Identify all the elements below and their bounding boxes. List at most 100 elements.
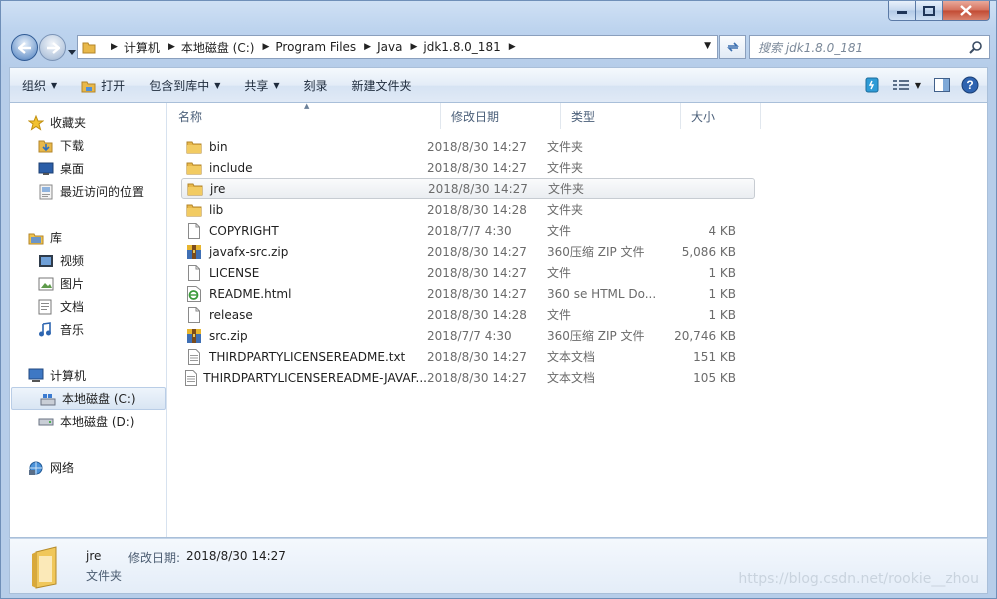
nav-music[interactable]: 音乐 [10,318,167,341]
breadcrumb-program-files[interactable]: Program Files ▶ [272,40,374,54]
file-name-cell: lib [181,202,427,218]
file-name-cell: javafx-src.zip [181,244,427,260]
include-in-library-button[interactable]: 包含到库中 ▼ [137,73,232,99]
navigation-bar: ▶ 计算机 ▶ 本地磁盘 (C:) ▶ Program Files ▶ Java ▶ j… [9,31,990,63]
address-bar[interactable]: ▶ 计算机 ▶ 本地磁盘 (C:) ▶ Program Files ▶ Java ▶ j… [77,35,718,59]
file-name: javafx-src.zip [209,244,289,259]
file-date: 2018/8/30 14:27 [427,244,527,259]
file-row[interactable]: README.html 2018/8/30 14:27 360 se HTML Do… [181,283,736,304]
breadcrumb-computer[interactable]: 计算机 ▶ [121,39,178,56]
nav-label: 文档 [60,300,85,314]
open-button[interactable]: 打开 [69,73,137,99]
file-row[interactable]: javafx-src.zip 2018/8/30 14:27 360压缩 ZIP 文… [181,241,736,262]
star-icon [28,114,46,131]
file-name-cell: LICENSE [181,264,427,281]
address-history-dropdown[interactable]: ▼ [704,41,711,51]
folder-icon [185,160,203,176]
nav-videos[interactable]: 视频 [10,249,167,272]
nav-desktop[interactable]: 桌面 [10,157,167,180]
back-arrow-icon [17,41,31,54]
file-date: 2018/8/30 14:27 [428,181,528,196]
file-row[interactable]: THIRDPARTYLICENSEREADME.txt 2018/8/30 14:… [181,346,736,367]
file-row[interactable]: include 2018/8/30 14:27 文件夹 [181,157,736,178]
column-header-date[interactable]: 修改日期 [441,103,561,129]
file-row[interactable]: lib 2018/8/30 14:28 文件夹 [181,199,736,220]
file-size: 105 KB [693,370,736,385]
file-date: 2018/8/30 14:27 [427,370,527,385]
file-row[interactable]: src.zip 2018/7/7 4:30 360压缩 ZIP 文件 20,746 K… [181,325,736,346]
file-name: src.zip [209,328,248,343]
svg-text:?: ? [966,78,973,92]
nav-local-disk-d[interactable]: 本地磁盘 (D:) [10,410,167,433]
nav-computer[interactable]: 计算机 [10,364,167,387]
nav-label: 收藏夹 [50,116,87,130]
file-row[interactable]: release 2018/8/30 14:28 文件 1 KB [181,304,736,325]
close-button[interactable] [943,1,990,21]
documents-icon [38,299,56,315]
search-input[interactable]: 搜索 jdk1.8.0_181 [749,35,990,59]
file-type: 文件 [547,224,572,238]
file-date: 2018/8/30 14:27 [427,286,527,301]
nav-local-disk-c[interactable]: 本地磁盘 (C:) [11,387,166,410]
breadcrumb-local-disk-c[interactable]: 本地磁盘 (C:) ▶ [178,39,273,56]
file-row[interactable]: bin 2018/8/30 14:27 文件夹 [181,136,736,157]
breadcrumb-jdk[interactable]: jdk1.8.0_181 ▶ [420,40,518,54]
nav-pictures[interactable]: 图片 [10,272,167,295]
file-date: 2018/8/30 14:28 [427,307,527,322]
file-row[interactable]: THIRDPARTYLICENSEREADME-JAVAF... 2018/8/3… [181,367,736,388]
organize-button[interactable]: 组织 ▼ [10,73,69,99]
nav-favorites[interactable]: 收藏夹 [10,111,167,134]
change-view-button[interactable]: ▼ [889,74,925,96]
file-size: 1 KB [708,265,736,280]
back-button[interactable] [11,34,38,61]
file-row[interactable]: LICENSE 2018/8/30 14:27 文件 1 KB [181,262,736,283]
nav-label: 本地磁盘 (C:) [62,392,136,406]
maximize-button[interactable] [916,1,943,21]
text-file-icon [185,369,198,386]
command-bar: 组织 ▼ 打开 包含到库中 ▼ 共享 ▼ 刻录 新建文件夹 ▼ ? [9,67,988,103]
nav-label: 下载 [60,139,85,153]
live-share-button[interactable] [861,74,883,96]
nav-downloads[interactable]: 下载 [10,134,167,157]
nav-network[interactable]: 网络 [10,456,167,479]
burn-label: 刻录 [303,79,328,93]
column-header-name[interactable]: ▲ 名称 [168,102,441,129]
help-button[interactable]: ? [959,74,981,96]
favorites-group: 收藏夹 下载 桌面 最近访问的位置 [10,111,167,203]
new-folder-button[interactable]: 新建文件夹 [340,73,424,99]
breadcrumb-label: 计算机 [123,40,160,55]
folder-icon [185,202,203,218]
breadcrumb-java[interactable]: Java ▶ [374,40,420,54]
forward-button[interactable] [39,34,66,61]
breadcrumb-root-arrow[interactable]: ▶ [100,42,121,52]
recent-pages-dropdown[interactable] [68,44,76,58]
burn-button[interactable]: 刻录 [292,73,340,99]
nav-label: 网络 [50,461,75,475]
preview-pane-button[interactable] [931,74,953,96]
minimize-button[interactable] [888,1,916,21]
breadcrumb-label: jdk1.8.0_181 [423,40,501,54]
file-row[interactable]: jre 2018/8/30 14:27 文件夹 [181,178,755,199]
column-header-label: 大小 [691,109,716,124]
details-name: jre [86,549,102,563]
column-header-size[interactable]: 大小 [681,103,761,129]
column-header-type[interactable]: 类型 [561,103,681,129]
chevron-down-icon: ▼ [51,81,58,90]
share-button[interactable]: 共享 ▼ [232,73,291,99]
search-placeholder: 搜索 jdk1.8.0_181 [758,40,864,55]
file-date: 2018/8/30 14:27 [427,139,527,154]
refresh-button[interactable] [719,35,746,59]
file-name-cell: bin [181,139,427,155]
computer-icon [28,368,46,384]
nav-recent-places[interactable]: 最近访问的位置 [10,180,167,203]
file-type: 文件 [547,308,572,322]
file-name-cell: jre [182,181,428,197]
file-name-cell: THIRDPARTYLICENSEREADME.txt [181,348,427,365]
open-label: 打开 [101,79,126,93]
file-row[interactable]: COPYRIGHT 2018/7/7 4:30 文件 4 KB [181,220,736,241]
nav-label: 图片 [60,277,85,291]
column-header-label: 名称 [178,109,203,124]
nav-libraries[interactable]: 库 [10,226,167,249]
desktop-icon [38,161,56,177]
nav-documents[interactable]: 文档 [10,295,167,318]
